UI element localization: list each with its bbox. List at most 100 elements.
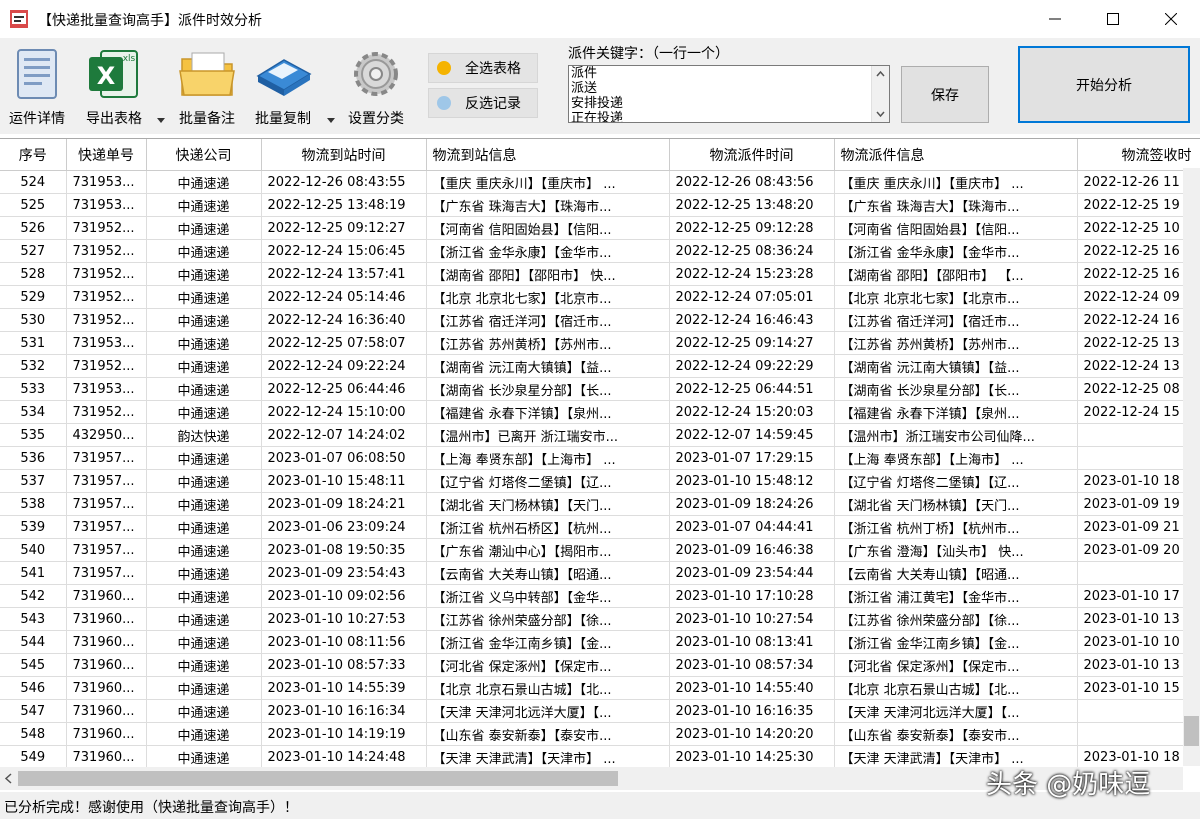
vertical-scroll-thumb[interactable] — [1184, 716, 1199, 746]
column-header[interactable]: 快递单号 — [66, 139, 147, 171]
keyword-line: 派送 — [571, 81, 598, 96]
column-header[interactable]: 快递公司 — [146, 139, 262, 171]
table-row[interactable]: 546 731960... 中通速递 2023-01-10 14:55:39 【北京 北… — [0, 676, 1200, 700]
dispatch-time-cell: 2023-01-09 16:46:38 — [669, 538, 835, 562]
batch-copy-button[interactable]: 批量复制 — [254, 46, 312, 128]
arrival-info-cell: 【天津 天津武清】【天津市】 ... — [426, 745, 670, 767]
save-button[interactable]: 保存 — [901, 66, 989, 123]
column-header[interactable]: 物流签收时 — [1077, 139, 1200, 171]
keyword-scrollbar[interactable] — [871, 66, 889, 122]
tracking-number-cell: 731960... — [66, 584, 147, 608]
table-row[interactable]: 536 731957... 中通速递 2023-01-07 06:08:50 【上海 奉… — [0, 446, 1200, 470]
batch-note-button[interactable]: 批量备注 — [178, 46, 236, 128]
dispatch-time-cell: 2023-01-10 14:20:20 — [669, 722, 835, 746]
courier-cell: 中通速递 — [146, 239, 262, 263]
watermark: 头条 @奶味逗 — [986, 770, 1151, 800]
arrival-time-cell: 2023-01-10 14:55:39 — [261, 676, 427, 700]
arrival-time-cell: 2023-01-10 08:11:56 — [261, 630, 427, 654]
column-header[interactable]: 物流到站时间 — [261, 139, 427, 171]
dispatch-time-cell: 2023-01-07 04:44:41 — [669, 515, 835, 539]
table-row[interactable]: 543 731960... 中通速递 2023-01-10 10:27:53 【江苏省 … — [0, 607, 1200, 631]
table-row[interactable]: 527 731952... 中通速递 2022-12-24 15:06:45 【浙江省 … — [0, 239, 1200, 263]
tracking-number-cell: 432950... — [66, 423, 147, 447]
table-row[interactable]: 534 731952... 中通速递 2022-12-24 15:10:00 【福建省 … — [0, 400, 1200, 424]
table-row[interactable]: 533 731953... 中通速递 2022-12-25 06:44:46 【湖南省 … — [0, 377, 1200, 401]
arrival-time-cell: 2022-12-24 05:14:46 — [261, 285, 427, 309]
column-header[interactable]: 物流派件时间 — [669, 139, 835, 171]
sign-time-cell — [1077, 561, 1200, 585]
export-button[interactable]: X xls 导出表格 — [85, 46, 143, 128]
table-row[interactable]: 542 731960... 中通速递 2023-01-10 09:02:56 【浙江省 … — [0, 584, 1200, 608]
sign-time-cell: 2022-12-25 13 — [1077, 331, 1200, 355]
column-header[interactable]: 物流派件信息 — [834, 139, 1078, 171]
table-row[interactable]: 537 731957... 中通速递 2023-01-10 15:48:11 【辽宁省 … — [0, 469, 1200, 493]
table-row[interactable]: 526 731952... 中通速递 2022-12-25 09:12:27 【河南省 … — [0, 216, 1200, 240]
row-index-cell: 529 — [0, 285, 67, 309]
maximize-button[interactable] — [1084, 0, 1142, 38]
dispatch-info-cell: 【江苏省 徐州荣盛分部】【徐... — [834, 607, 1078, 631]
select-all-button[interactable]: 全选表格 — [428, 53, 538, 83]
dispatch-time-cell: 2023-01-10 10:27:54 — [669, 607, 835, 631]
start-analysis-button[interactable]: 开始分析 — [1018, 46, 1190, 123]
sign-time-cell: 2022-12-26 11 — [1077, 170, 1200, 194]
courier-cell: 中通速递 — [146, 400, 262, 424]
dispatch-time-cell: 2022-12-24 15:23:28 — [669, 262, 835, 286]
dispatch-info-cell: 【江苏省 苏州黄桥】【苏州市... — [834, 331, 1078, 355]
table-row[interactable]: 545 731960... 中通速递 2023-01-10 08:57:33 【河北省 … — [0, 653, 1200, 677]
sign-time-cell: 2023-01-10 18 — [1077, 469, 1200, 493]
settings-label: 设置分类 — [348, 111, 404, 127]
table-row[interactable]: 544 731960... 中通速递 2023-01-10 08:11:56 【浙江省 … — [0, 630, 1200, 654]
minimize-button[interactable] — [1026, 0, 1084, 38]
sign-time-cell: 2023-01-10 13 — [1077, 653, 1200, 677]
row-index-cell: 534 — [0, 400, 67, 424]
column-header[interactable]: 物流到站信息 — [426, 139, 670, 171]
table-row[interactable]: 525 731953... 中通速递 2022-12-25 13:48:19 【广东省 … — [0, 193, 1200, 217]
detail-button[interactable]: 运件详情 — [8, 46, 66, 128]
copy-dropdown-arrow[interactable] — [327, 118, 335, 123]
row-index-cell: 538 — [0, 492, 67, 516]
vertical-scrollbar[interactable] — [1183, 168, 1200, 766]
dispatch-time-cell: 2023-01-10 14:55:40 — [669, 676, 835, 700]
dispatch-time-cell: 2023-01-07 17:29:15 — [669, 446, 835, 470]
table-row[interactable]: 547 731960... 中通速递 2023-01-10 16:16:34 【天津 天… — [0, 699, 1200, 723]
tracking-number-cell: 731953... — [66, 331, 147, 355]
arrival-info-cell: 【北京 北京石景山古城】【北... — [426, 676, 670, 700]
table-row[interactable]: 524 731953... 中通速递 2022-12-26 08:43:55 【重庆 重… — [0, 170, 1200, 194]
table-row[interactable]: 531 731953... 中通速递 2022-12-25 07:58:07 【江苏省 … — [0, 331, 1200, 355]
table-row[interactable]: 535 432950... 韵达快递 2022-12-07 14:24:02 【温州市】… — [0, 423, 1200, 447]
table-row[interactable]: 548 731960... 中通速递 2023-01-10 14:19:19 【山东省 … — [0, 722, 1200, 746]
table-row[interactable]: 541 731957... 中通速递 2023-01-09 23:54:43 【云南省 … — [0, 561, 1200, 585]
keyword-textarea[interactable]: 派件 派送 安排投递 正在投递 — [568, 65, 890, 123]
column-header[interactable]: 序号 — [0, 139, 67, 171]
dispatch-info-cell: 【湖南省 长沙泉星分部】【长... — [834, 377, 1078, 401]
table-row[interactable]: 540 731957... 中通速递 2023-01-08 19:50:35 【广东省 … — [0, 538, 1200, 562]
dispatch-info-cell: 【广东省 澄海】【汕头市】 快... — [834, 538, 1078, 562]
table-row[interactable]: 538 731957... 中通速递 2023-01-09 18:24:21 【湖北省 … — [0, 492, 1200, 516]
table-row[interactable]: 529 731952... 中通速递 2022-12-24 05:14:46 【北京 北… — [0, 285, 1200, 309]
sign-time-cell: 2023-01-10 15 — [1077, 676, 1200, 700]
dispatch-time-cell: 2022-12-24 07:05:01 — [669, 285, 835, 309]
arrival-info-cell: 【重庆 重庆永川】【重庆市】 ... — [426, 170, 670, 194]
table-row[interactable]: 530 731952... 中通速递 2022-12-24 16:36:40 【江苏省 … — [0, 308, 1200, 332]
dispatch-time-cell: 2022-12-25 13:48:20 — [669, 193, 835, 217]
dispatch-time-cell: 2022-12-26 08:43:56 — [669, 170, 835, 194]
courier-cell: 中通速递 — [146, 561, 262, 585]
table-row[interactable]: 539 731957... 中通速递 2023-01-06 23:09:24 【浙江省 … — [0, 515, 1200, 539]
arrival-time-cell: 2022-12-25 13:48:19 — [261, 193, 427, 217]
table-row[interactable]: 528 731952... 中通速递 2022-12-24 13:57:41 【湖南省 … — [0, 262, 1200, 286]
settings-button[interactable]: 设置分类 — [347, 46, 405, 128]
table-row[interactable]: 532 731952... 中通速递 2022-12-24 09:22:24 【湖南省 … — [0, 354, 1200, 378]
tracking-number-cell: 731952... — [66, 400, 147, 424]
sign-time-cell: 2023-01-09 21 — [1077, 515, 1200, 539]
invert-selection-button[interactable]: 反选记录 — [428, 88, 538, 118]
close-button[interactable] — [1142, 0, 1200, 38]
tracking-number-cell: 731952... — [66, 354, 147, 378]
horizontal-scroll-thumb[interactable] — [18, 771, 618, 786]
dispatch-info-cell: 【湖南省 邵阳】【邵阳市】 【... — [834, 262, 1078, 286]
keyword-line: 正在投递 — [571, 111, 624, 123]
keyword-line: 安排投递 — [571, 96, 624, 111]
dispatch-info-cell: 【浙江省 浦江黄宅】【金华市... — [834, 584, 1078, 608]
export-dropdown-arrow[interactable] — [157, 118, 165, 123]
tracking-number-cell: 731957... — [66, 492, 147, 516]
excel-icon: X xls — [89, 50, 138, 98]
